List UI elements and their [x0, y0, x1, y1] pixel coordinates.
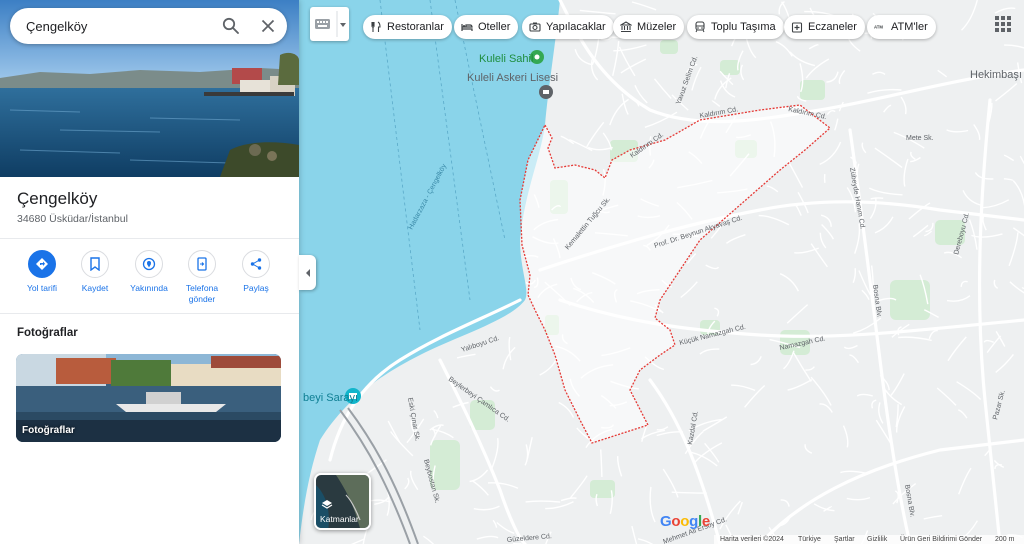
chip-pharmacies[interactable]: Eczaneler: [784, 15, 865, 39]
map-data-credit: Harita verileri ©2024: [720, 536, 784, 543]
chip-restaurants[interactable]: Restoranlar: [363, 15, 452, 39]
pharmacy-icon: [791, 22, 803, 33]
feedback-link[interactable]: Ürün Geri Bildirimi Gönder: [900, 536, 982, 543]
label-beylerbeyi-sarayi: beyi Sarayı: [303, 392, 358, 404]
privacy-link[interactable]: Gizlilik: [867, 536, 887, 543]
keyboard-icon: [315, 19, 330, 29]
layers-label: Katmanlar: [320, 514, 359, 524]
terms-link[interactable]: Şartlar: [834, 536, 855, 543]
atm-icon: ATM: [874, 25, 883, 30]
save-label: Kaydet: [81, 283, 109, 293]
chip-atms-label: ATM'ler: [891, 21, 928, 33]
send-to-phone-icon: [197, 257, 207, 271]
apps-grid-button[interactable]: [994, 15, 1012, 33]
directions-button[interactable]: Yol tarifi: [16, 250, 68, 294]
country-link[interactable]: Türkiye: [798, 536, 821, 543]
restaurant-icon: [371, 21, 381, 32]
save-button[interactable]: Kaydet: [69, 250, 121, 294]
chip-museums[interactable]: Müzeler: [613, 15, 685, 39]
label-kuleli-askeri: Kuleli Askeri Lisesi: [467, 72, 558, 84]
svg-text:ATM: ATM: [874, 25, 883, 30]
photos-card-label: Fotoğraflar: [22, 425, 75, 436]
chip-museums-label: Müzeler: [637, 21, 677, 33]
museum-icon: [620, 21, 632, 33]
divider: [0, 238, 299, 239]
transit-icon: [695, 21, 705, 33]
photos-heading: Fotoğraflar: [17, 327, 78, 339]
photos-card[interactable]: Fotoğraflar: [16, 354, 281, 442]
map-footer: Harita verileri ©2024 Türkiye Şartlar Gi…: [714, 535, 1024, 544]
poi-kuleli-askeri-pin[interactable]: [539, 85, 553, 99]
chevron-down-icon: [340, 23, 346, 27]
google-logo: Google: [660, 513, 710, 530]
apps-grid-icon: [995, 16, 1011, 32]
chip-transit[interactable]: Toplu Taşıma: [687, 15, 784, 39]
nearby-label: Yakınında: [130, 283, 168, 293]
search-icon[interactable]: [221, 16, 241, 36]
scale-label[interactable]: 200 m: [995, 536, 1014, 543]
layers-button[interactable]: Katmanlar: [314, 473, 371, 530]
camera-icon: [529, 22, 541, 32]
chip-transit-label: Toplu Taşıma: [711, 21, 776, 33]
chip-atms[interactable]: ATM ATM'ler: [867, 15, 936, 39]
send-to-phone-label: Telefona gönder: [185, 283, 219, 304]
nearby-button[interactable]: Yakınında: [123, 250, 175, 294]
label-kuleli-sahil: Kuleli Sahil: [479, 53, 533, 65]
share-label: Paylaş: [243, 283, 269, 293]
hotel-icon: [461, 24, 473, 31]
chip-things-to-do[interactable]: Yapılacaklar: [522, 15, 614, 39]
directions-icon: [36, 258, 48, 270]
divider: [0, 313, 299, 314]
place-address: 34680 Üsküdar/İstanbul: [17, 213, 128, 225]
map-street-segment: [870, 197, 884, 200]
send-to-phone-button[interactable]: Telefona gönder: [176, 250, 228, 305]
chip-hotels-label: Oteller: [478, 21, 511, 33]
search-input[interactable]: [26, 8, 216, 44]
place-panel: Çengelköy 34680 Üsküdar/İstanbul Yol tar…: [0, 0, 299, 544]
chip-restaurants-label: Restoranlar: [387, 21, 444, 33]
close-icon[interactable]: [258, 16, 278, 36]
directions-label: Yol tarifi: [27, 283, 57, 293]
label-hekimbasi: Hekimbaşı: [970, 69, 1022, 81]
share-icon: [250, 258, 262, 270]
nearby-icon: [142, 257, 156, 271]
search-box: [10, 8, 287, 44]
chevron-left-icon: [305, 268, 310, 277]
collapse-panel-button[interactable]: [299, 255, 316, 290]
bookmark-icon: [90, 257, 100, 271]
chip-pharmacies-label: Eczaneler: [808, 21, 857, 33]
place-title: Çengelköy: [17, 189, 98, 208]
keyboard-toggle[interactable]: [310, 7, 349, 41]
label-mete: Mete Sk.: [906, 135, 934, 142]
share-button[interactable]: Paylaş: [230, 250, 282, 294]
chip-things-to-do-label: Yapılacaklar: [546, 21, 606, 33]
chip-hotels[interactable]: Oteller: [454, 15, 519, 39]
